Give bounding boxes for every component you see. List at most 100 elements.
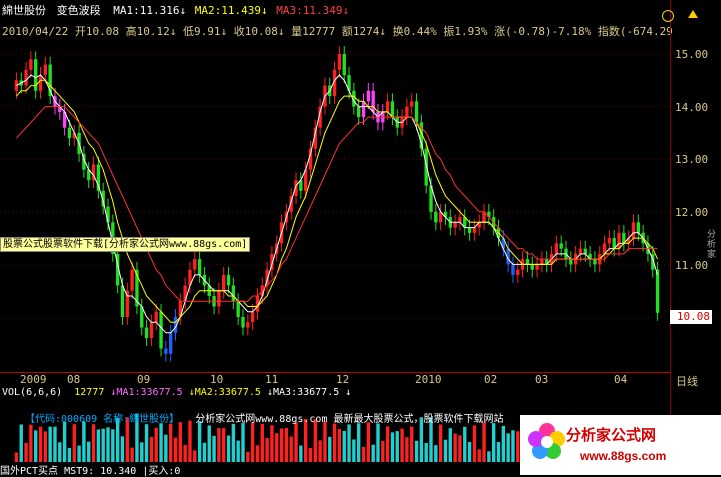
time-axis-label: 02 bbox=[484, 373, 498, 386]
quote-index: 指数(-674.29 bbox=[597, 25, 673, 38]
period-label[interactable]: 日线 bbox=[676, 373, 698, 389]
candle-body bbox=[29, 59, 33, 70]
price-axis-label: 15.00 bbox=[675, 48, 709, 61]
ma2-value: MA2:11.439 bbox=[194, 4, 261, 17]
volume-bar bbox=[342, 430, 346, 462]
quote-open: 开10.08 bbox=[74, 25, 119, 38]
candle-body bbox=[130, 269, 134, 291]
time-axis-label: 03 bbox=[535, 373, 549, 386]
candle-body bbox=[154, 311, 158, 323]
logo-name: 分析家公式网 bbox=[566, 427, 657, 444]
candle-body bbox=[414, 101, 419, 123]
volume-bar bbox=[130, 447, 134, 462]
volume-bar bbox=[405, 437, 409, 462]
volume-bar bbox=[144, 424, 149, 462]
volume-bar bbox=[491, 423, 496, 462]
volume-bar bbox=[477, 449, 481, 462]
candle-body bbox=[241, 317, 245, 328]
candle-body bbox=[337, 54, 342, 70]
volume-bar bbox=[202, 442, 207, 462]
volume-bar bbox=[318, 440, 322, 462]
volume-bar bbox=[482, 422, 486, 462]
ad-overlay[interactable]: 股票公式股票软件下载[分析家公式网www.88gs.com] bbox=[0, 237, 251, 252]
volume-bar bbox=[168, 423, 173, 462]
expand-icon[interactable] bbox=[688, 10, 698, 18]
volume-bar bbox=[38, 426, 43, 462]
volume-bar bbox=[376, 423, 380, 462]
candle-body bbox=[144, 327, 149, 339]
right-side-text: 分析家 bbox=[707, 230, 717, 260]
volume-bar bbox=[463, 426, 467, 462]
volume-bar bbox=[250, 422, 255, 462]
volume-bar bbox=[226, 435, 231, 462]
indicator-name[interactable]: 变色波段 bbox=[57, 4, 101, 17]
banner-code: 【代码:000609 名称:綿世股份】 bbox=[25, 414, 180, 425]
volume-bar bbox=[458, 435, 462, 462]
banner-site: 分析家公式网www.88gs.com 最新最大股票公式，股票软件下载网站 bbox=[195, 414, 504, 425]
volume-ma1: MA1:33677.5 bbox=[116, 387, 183, 398]
ma3-value: MA3:11.349 bbox=[276, 4, 343, 17]
time-axis-label: 08 bbox=[67, 373, 81, 386]
down-arrow-icon: ↓ bbox=[169, 25, 177, 38]
volume-bar bbox=[246, 451, 250, 462]
volume-bar bbox=[154, 427, 158, 462]
volume-bar bbox=[424, 443, 428, 462]
price-chart[interactable] bbox=[0, 40, 670, 372]
logo-url[interactable]: www.88gs.com bbox=[580, 449, 666, 463]
candle-body bbox=[511, 264, 515, 275]
volume-bar bbox=[222, 428, 226, 462]
candle-body bbox=[193, 259, 197, 270]
candle-body bbox=[159, 311, 163, 349]
candle-body bbox=[197, 259, 202, 275]
volume-ma2: MA2:33677.5 bbox=[194, 387, 261, 398]
candle-body bbox=[43, 64, 48, 76]
volume-bar bbox=[308, 447, 313, 462]
volume-bar bbox=[323, 421, 327, 462]
volume-bar bbox=[332, 423, 337, 462]
volume-bar bbox=[173, 437, 178, 462]
candle-body bbox=[38, 75, 43, 91]
time-axis-label: 04 bbox=[614, 373, 628, 386]
candle-body bbox=[453, 222, 457, 228]
volume-bar bbox=[101, 428, 105, 462]
down-arrow-icon: ↓ bbox=[179, 4, 187, 17]
candle-body bbox=[357, 106, 361, 118]
candle-body bbox=[516, 269, 520, 275]
current-price-tag: 10.08 bbox=[670, 310, 712, 324]
volume-bar bbox=[438, 424, 443, 462]
settings-icon[interactable] bbox=[662, 10, 674, 22]
volume-bar bbox=[385, 426, 390, 462]
volume-bar bbox=[120, 436, 125, 462]
flower-logo-icon bbox=[528, 423, 565, 459]
candle-body bbox=[583, 248, 587, 254]
volume-bar bbox=[24, 442, 28, 462]
candle-body bbox=[361, 101, 366, 118]
time-axis-label: 12 bbox=[336, 373, 350, 386]
volume-bar bbox=[448, 428, 452, 462]
volume-bar bbox=[265, 437, 269, 462]
candle-body bbox=[390, 101, 395, 118]
volume-bar bbox=[236, 440, 240, 462]
volume-bar bbox=[516, 431, 520, 462]
candle-body bbox=[164, 348, 168, 354]
volume-bar bbox=[443, 439, 448, 462]
ma2-line bbox=[16, 79, 659, 323]
volume-bar bbox=[178, 422, 183, 462]
volume-bar bbox=[231, 423, 236, 462]
volume-bar bbox=[183, 444, 187, 462]
volume-bar bbox=[58, 442, 62, 462]
price-axis-label: 11.00 bbox=[675, 259, 709, 272]
volume-bar bbox=[361, 446, 366, 462]
candle-body bbox=[458, 217, 462, 223]
volume-bar bbox=[48, 426, 52, 462]
volume-ma3: MA3:33677.5 bbox=[273, 387, 340, 398]
volume-bar bbox=[87, 441, 91, 462]
volume-bar bbox=[270, 425, 274, 462]
volume-bar bbox=[14, 452, 19, 462]
candle-body bbox=[593, 259, 597, 265]
volume-bar bbox=[197, 421, 202, 462]
candle-body bbox=[434, 211, 438, 223]
candle-body bbox=[569, 259, 573, 265]
candle-body bbox=[655, 269, 660, 313]
volume-bar bbox=[487, 451, 491, 462]
